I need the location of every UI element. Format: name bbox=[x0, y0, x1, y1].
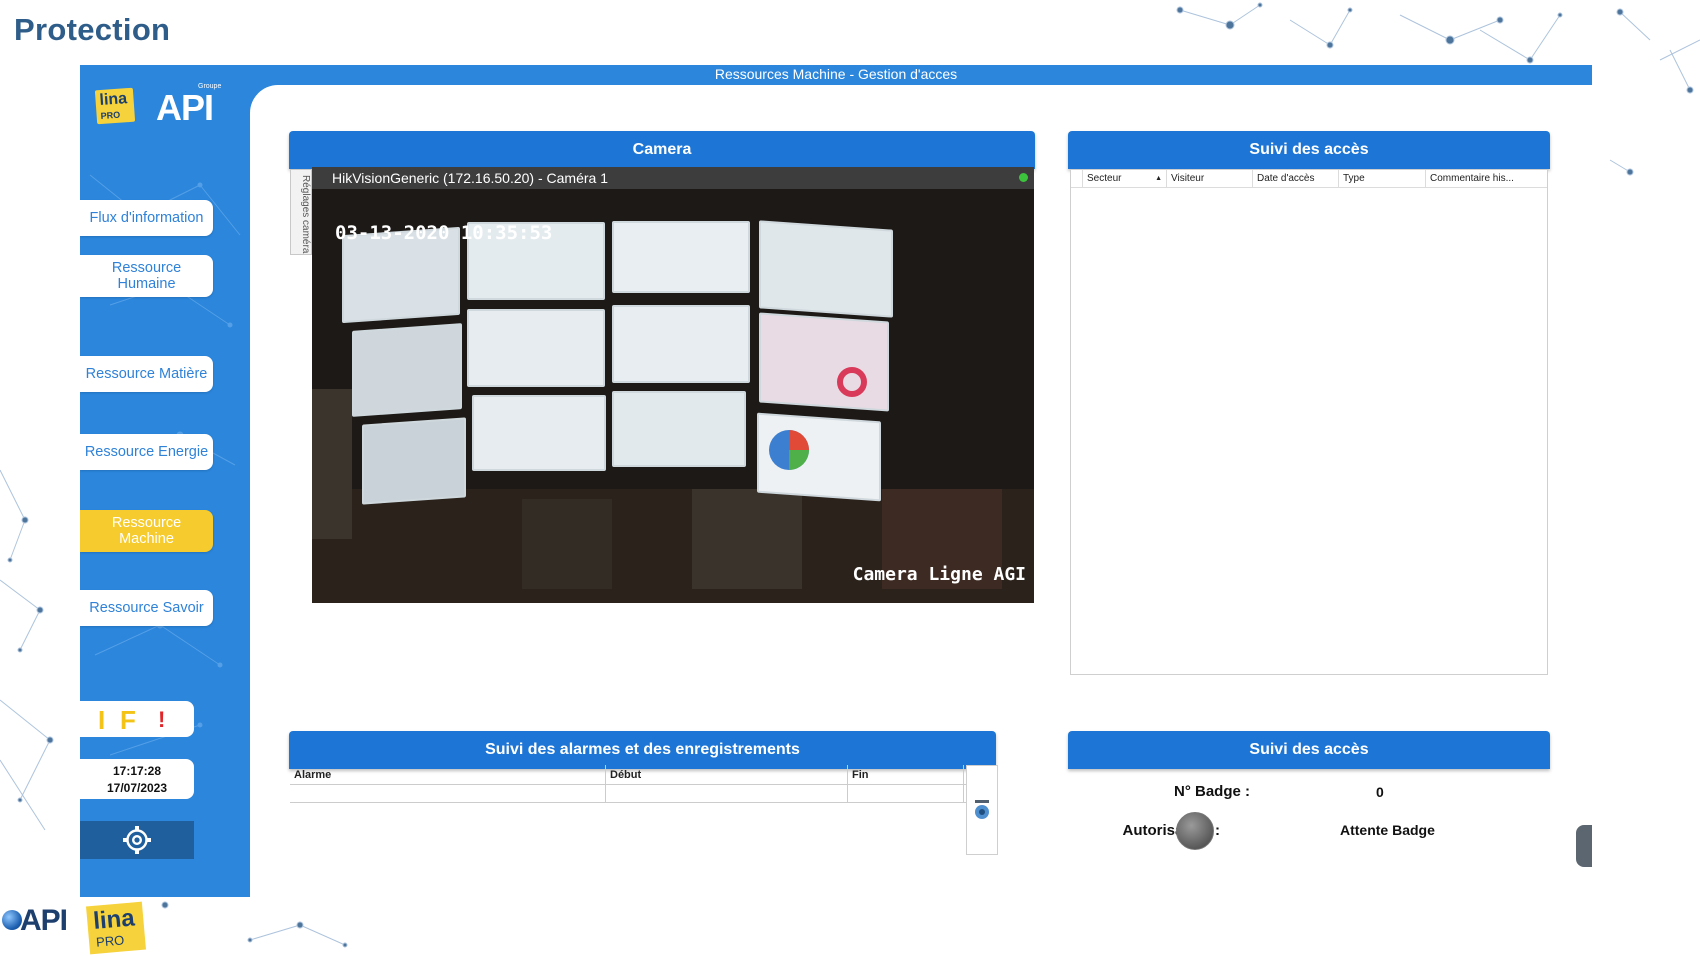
clock-date: 17/07/2023 bbox=[106, 781, 168, 795]
clock-time: 17:17:28 bbox=[112, 764, 162, 778]
camera-feed[interactable]: HikVisionGeneric (172.16.50.20) - Caméra… bbox=[312, 167, 1034, 603]
sidebar-item-ressource-savoir[interactable]: Ressource Savoir bbox=[80, 590, 213, 626]
sidebar-item-ressource-machine[interactable]: Ressource Machine bbox=[80, 510, 213, 552]
pie-chart-graphic bbox=[769, 430, 809, 470]
lina-pro-logo: lina PRO bbox=[94, 87, 136, 125]
screen: Protection Ressources Machine - Gestion … bbox=[0, 0, 1700, 956]
clock: 17:17:28 17/07/2023 bbox=[80, 759, 194, 799]
monitor-image bbox=[612, 391, 746, 467]
column-header-alarme[interactable]: Alarme bbox=[290, 765, 606, 784]
gear-icon bbox=[123, 826, 151, 854]
sort-asc-icon: ▲ bbox=[1155, 175, 1162, 182]
info-status-icon[interactable]: I bbox=[98, 705, 105, 736]
status-indicators: I F ! bbox=[80, 701, 194, 737]
column-header-commentaire[interactable]: Commentaire his... bbox=[1426, 170, 1516, 187]
authorization-status-indicator bbox=[1176, 812, 1214, 850]
alarms-table[interactable]: Alarme Début Fin bbox=[290, 765, 966, 805]
monitor-image bbox=[612, 305, 750, 383]
page-title: Protection bbox=[14, 12, 171, 47]
monitor-image bbox=[362, 417, 466, 505]
sidebar-item-ressource-humaine[interactable]: Ressource Humaine bbox=[80, 255, 213, 297]
api-logo: API bbox=[20, 904, 68, 937]
column-header-visiteur[interactable]: Visiteur bbox=[1167, 170, 1253, 187]
column-header-secteur[interactable]: Secteur ▲ bbox=[1083, 170, 1167, 187]
alarms-side-panel bbox=[966, 765, 998, 855]
sidebar-item-flux-information[interactable]: Flux d'information bbox=[80, 200, 213, 236]
monitor-image bbox=[759, 220, 893, 318]
camera-panel-header: Camera bbox=[289, 131, 1035, 169]
column-header-debut[interactable]: Début bbox=[606, 765, 848, 784]
side-panel-handle[interactable] bbox=[1576, 825, 1592, 867]
monitor-image bbox=[612, 221, 750, 293]
window-title: Ressources Machine - Gestion d'acces bbox=[714, 66, 958, 82]
access-log-grid[interactable]: Secteur ▲ Visiteur Date d'accès Type Comm… bbox=[1070, 169, 1548, 675]
app-window: Ressources Machine - Gestion d'acces lin… bbox=[80, 65, 1592, 897]
monitor-image bbox=[467, 309, 605, 387]
camera-overlay-label: Camera Ligne AGI bbox=[852, 564, 1026, 585]
main-content: Camera Réglages caméra HikVisionGeneric … bbox=[250, 85, 1592, 897]
alarms-panel-header: Suivi des alarmes et des enregistrements bbox=[289, 731, 996, 769]
badge-number-value: 0 bbox=[1376, 784, 1384, 800]
fault-status-icon[interactable]: F bbox=[120, 705, 136, 736]
sidebar-item-ressource-matiere[interactable]: Ressource Matière bbox=[80, 356, 213, 392]
camera-source-label: HikVisionGeneric (172.16.50.20) - Caméra… bbox=[332, 170, 608, 186]
camera-settings-tab[interactable]: Réglages caméra bbox=[290, 169, 312, 255]
access-log-columns: Secteur ▲ Visiteur Date d'accès Type Comm… bbox=[1071, 170, 1547, 188]
badge-panel-header: Suivi des accès bbox=[1068, 731, 1550, 769]
donut-chart-graphic bbox=[837, 367, 867, 397]
camera-record-icon[interactable] bbox=[972, 800, 992, 822]
column-header-fin[interactable]: Fin bbox=[848, 765, 964, 784]
header-logos: lina PRO API Groupe bbox=[94, 83, 221, 128]
lina-pro-logo: lina PRO bbox=[86, 901, 146, 955]
badge-number-label: N° Badge : bbox=[1173, 783, 1250, 800]
camera-timestamp: 03-13-2020 10:35:53 bbox=[335, 222, 553, 244]
footer-logos: API lina PRO bbox=[0, 900, 150, 956]
api-logo-sub: Groupe bbox=[198, 83, 222, 90]
sidebar-item-ressource-energie[interactable]: Ressource Energie bbox=[80, 434, 213, 470]
alarms-columns: Alarme Début Fin bbox=[290, 765, 966, 785]
alert-icon[interactable]: ! bbox=[158, 707, 165, 733]
camera-live-indicator bbox=[1019, 173, 1028, 182]
table-row[interactable] bbox=[290, 785, 966, 803]
access-log-panel-header: Suivi des accès bbox=[1068, 131, 1550, 169]
api-logo: API bbox=[156, 87, 214, 128]
monitor-image bbox=[352, 323, 462, 417]
settings-button[interactable] bbox=[80, 821, 194, 859]
monitor-image bbox=[472, 395, 606, 471]
authorization-status-text: Attente Badge bbox=[1340, 822, 1435, 838]
camera-source-bar: HikVisionGeneric (172.16.50.20) - Caméra… bbox=[312, 167, 1034, 189]
column-header-date-acces[interactable]: Date d'accès bbox=[1253, 170, 1339, 187]
api-globe-icon bbox=[2, 910, 22, 930]
column-header-type[interactable]: Type bbox=[1339, 170, 1426, 187]
